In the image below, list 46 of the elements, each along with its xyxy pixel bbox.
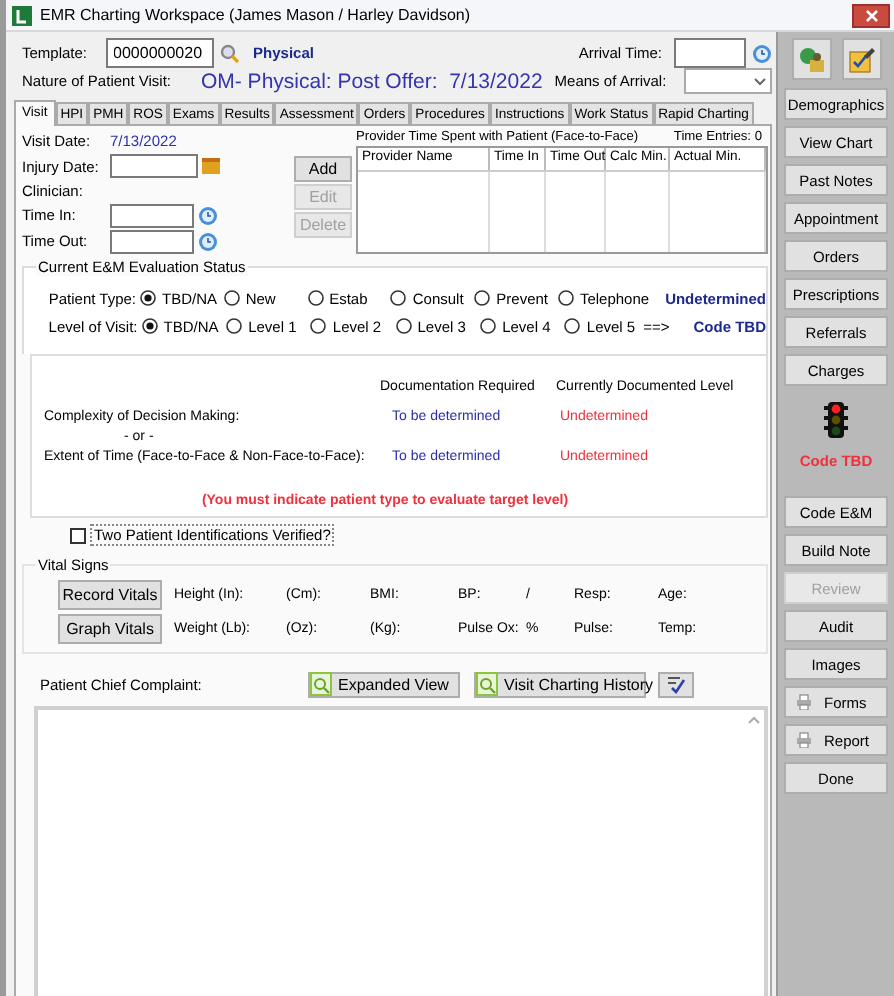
globe-person-icon (797, 45, 825, 73)
radio-button[interactable] (474, 290, 491, 306)
radio-button[interactable] (226, 318, 243, 334)
caret-icon (754, 77, 766, 85)
radio-button[interactable] (307, 290, 324, 306)
radio-button[interactable] (390, 290, 407, 306)
template-field[interactable]: 0000000020 (105, 38, 214, 68)
chief-complaint-field[interactable] (34, 706, 768, 996)
calendar-icon[interactable] (202, 158, 220, 175)
document-search-icon (310, 672, 332, 696)
time-entry-button[interactable]: Add (294, 156, 352, 182)
checkbox[interactable] (70, 527, 86, 543)
spell-check-icon (666, 675, 686, 693)
close-icon (865, 9, 877, 21)
radio-button[interactable] (141, 318, 158, 334)
injury-date-field[interactable] (110, 154, 198, 179)
visit-nature: OM- Physical: Post Offer: 7/13/2022 (200, 69, 543, 93)
app-icon (12, 5, 32, 25)
time-in-field[interactable] (110, 203, 194, 228)
clipboard-pencil-icon (847, 45, 875, 73)
radio-button[interactable] (480, 318, 497, 334)
clipboard-edit-button[interactable] (841, 38, 881, 80)
document-search-icon (476, 672, 498, 696)
clock-icon[interactable] (198, 231, 218, 252)
printer-icon (796, 694, 812, 710)
radio-button[interactable] (223, 290, 240, 306)
globe-person-button[interactable] (791, 38, 831, 80)
arrival-time-field[interactable] (674, 38, 746, 68)
radio-button[interactable] (557, 290, 574, 306)
window-title: EMR Charting Workspace (James Mason / Harley Davidson) (40, 6, 473, 24)
vitals-button[interactable]: Graph Vitals (58, 614, 162, 644)
time-out-field[interactable] (110, 229, 194, 254)
spell-check-button[interactable] (658, 671, 694, 697)
radio-button[interactable] (140, 290, 157, 306)
radio-button[interactable] (395, 318, 412, 334)
scroll-up-icon (748, 716, 760, 724)
clock-icon[interactable] (752, 43, 772, 63)
traffic-light-icon (824, 402, 848, 438)
radio-button[interactable] (564, 318, 581, 334)
printer-icon (796, 732, 812, 748)
expanded-view-button[interactable]: Expanded View (308, 671, 460, 697)
vitals-button[interactable]: Record Vitals (58, 580, 162, 610)
radio-button[interactable] (310, 318, 327, 334)
search-icon[interactable] (219, 43, 240, 63)
close-button[interactable] (852, 3, 890, 27)
clock-icon[interactable] (198, 205, 218, 226)
